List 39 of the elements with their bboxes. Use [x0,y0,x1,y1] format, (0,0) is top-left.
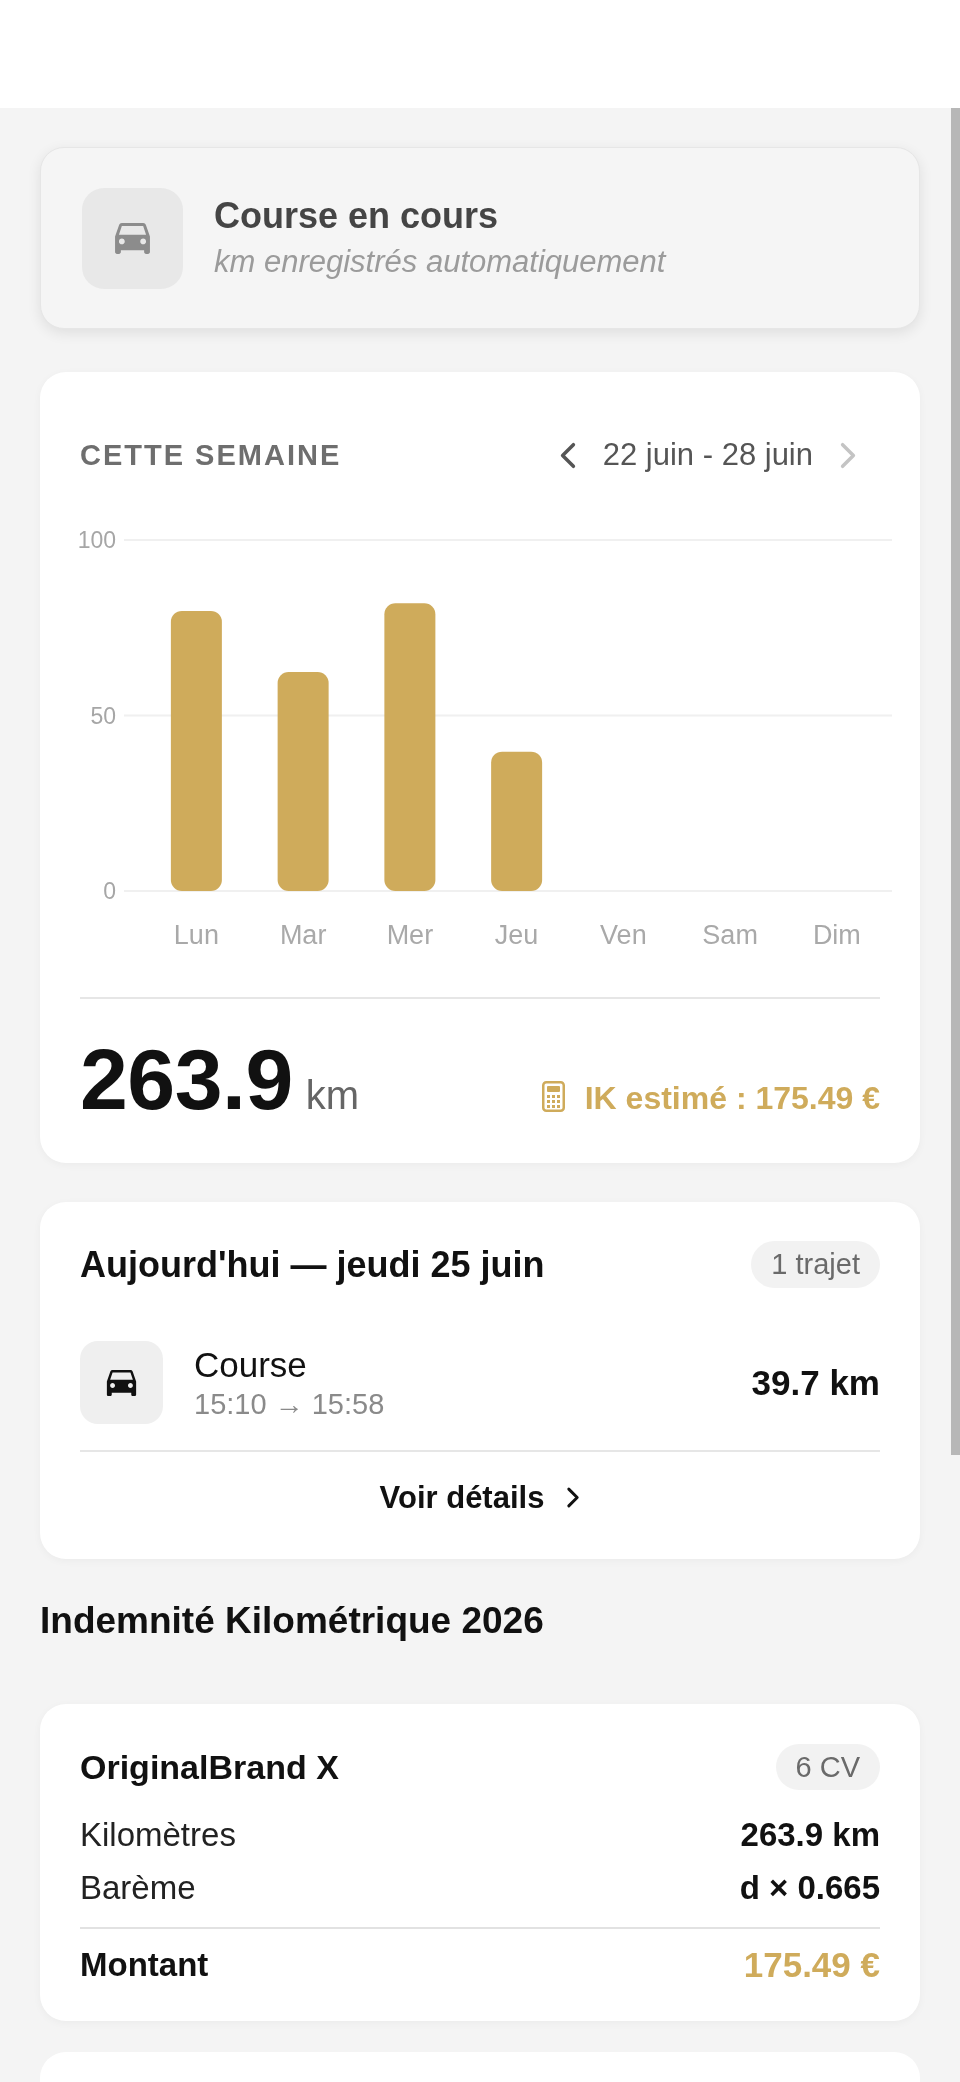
axis-label: 0 [103,878,116,904]
day-label: Jeu [494,920,539,950]
section-title: CETTE SEMAINE [80,438,342,472]
section-heading: Indemnité Kilométrique 2026 [40,1600,544,1642]
day-label: Dim [812,920,861,950]
chevron-left-icon [558,441,577,469]
date-range: 22 juin - 28 juin [602,437,813,473]
row-label: Kilomètres [80,1815,236,1855]
day-label: Mer [386,920,434,950]
trip-distance: 39.7 km [751,1362,880,1403]
day-label: Ven [600,920,647,950]
axis-label: 50 [90,702,116,729]
status-title: Course en cours [214,195,499,237]
total-label: Montant [80,1945,209,1985]
scrollbar-thumb[interactable] [951,108,960,1455]
day-label: Lun [173,920,219,950]
day-label: Sam [702,920,758,950]
calculator-icon [541,1081,565,1112]
status-subtitle: km enregistrés automatiquement [214,243,666,281]
row-value: d × 0.665 [739,1868,880,1908]
row-label: Barème [80,1868,196,1908]
distance-unit: km [305,1073,360,1117]
car-icon [82,187,183,289]
chevron-right-icon [839,441,857,469]
details-button[interactable]: Voir détails [363,1467,597,1528]
day-label: Mar [279,920,327,950]
total-distance: 263.9 [80,1031,293,1127]
trip-title: Course [194,1343,307,1386]
trip-time-range: 15:10 → 15:58 [194,1386,385,1422]
total-amount: 175.49 € [743,1945,880,1985]
trip-count-badge: 1 trajet [751,1241,880,1288]
car-icon [80,1341,163,1424]
row-value: 263.9 km [740,1815,880,1855]
power-badge: 6 CV [775,1744,880,1790]
vehicle-name: OriginalBrand X [80,1747,339,1787]
chevron-right-icon [566,1487,581,1508]
axis-label: 100 [77,527,116,553]
card-title: Aujourd'hui — jeudi 25 juin [80,1243,545,1286]
estimate-text: IK estimé : 175.49 € [541,1080,880,1117]
